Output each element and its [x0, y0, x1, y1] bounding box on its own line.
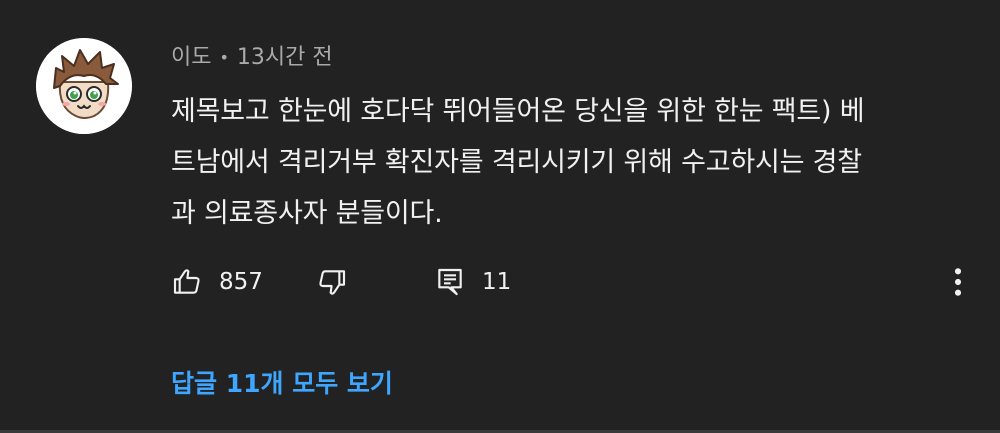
reply-count: 11 [482, 269, 512, 295]
reply-button[interactable]: 11 [434, 262, 511, 302]
thumbs-down-icon [319, 270, 346, 295]
dislike-button[interactable] [316, 262, 348, 302]
comment-meta: 이도 • 13시간 전 [171, 42, 333, 74]
comment-icon [438, 268, 462, 296]
comment-screen: 이도 • 13시간 전 제목보고 한눈에 호다닥 뛰어들어온 당신을 위한 한눈… [0, 0, 1000, 433]
meta-separator: • [219, 48, 229, 67]
thumbs-up-icon [173, 269, 200, 294]
like-count: 857 [219, 269, 263, 295]
author-name[interactable]: 이도 [171, 42, 211, 74]
more-vertical-icon [954, 268, 962, 296]
view-replies-link[interactable]: 답글 11개 모두 보기 [171, 362, 393, 406]
comment-body: 제목보고 한눈에 호다닥 뛰어들어온 당신을 위한 한눈 팩트) 베 트남에서 … [171, 96, 865, 229]
comment-time[interactable]: 13시간 전 [237, 42, 333, 74]
like-button[interactable]: 857 [171, 262, 263, 302]
more-options-button[interactable] [944, 262, 972, 302]
author-avatar[interactable] [36, 38, 132, 134]
cartoon-avatar-icon [36, 38, 132, 134]
